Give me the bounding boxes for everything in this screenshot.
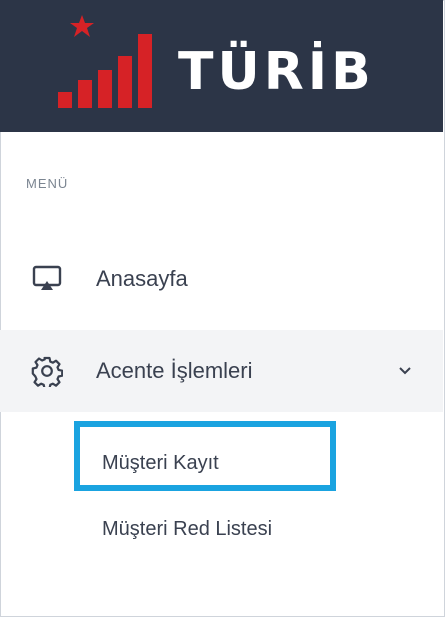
submenu-item-musteri-kayit[interactable]: Müşteri Kayıt	[102, 452, 219, 475]
submenu-item-musteri-red-listesi[interactable]: Müşteri Red Listesi	[102, 518, 272, 541]
sidebar-item-anasayfa[interactable]: Anasayfa	[0, 238, 443, 320]
chevron-down-icon[interactable]	[397, 363, 413, 379]
signal-bars-logo-icon	[58, 15, 152, 108]
sidebar-item-label: Acente İşlemleri	[96, 358, 253, 383]
sidebar-header: TÜRİB	[0, 0, 443, 132]
menu-caption: MENÜ	[26, 176, 69, 191]
sidebar-item-acente-islemleri[interactable]: Acente İşlemleri	[0, 330, 443, 412]
turib-logo[interactable]: TÜRİB	[40, 10, 400, 122]
gear-icon	[30, 354, 64, 388]
brand-name: TÜRİB	[178, 42, 375, 102]
monitor-icon	[30, 262, 64, 296]
sidebar-item-label: Anasayfa	[96, 266, 188, 291]
